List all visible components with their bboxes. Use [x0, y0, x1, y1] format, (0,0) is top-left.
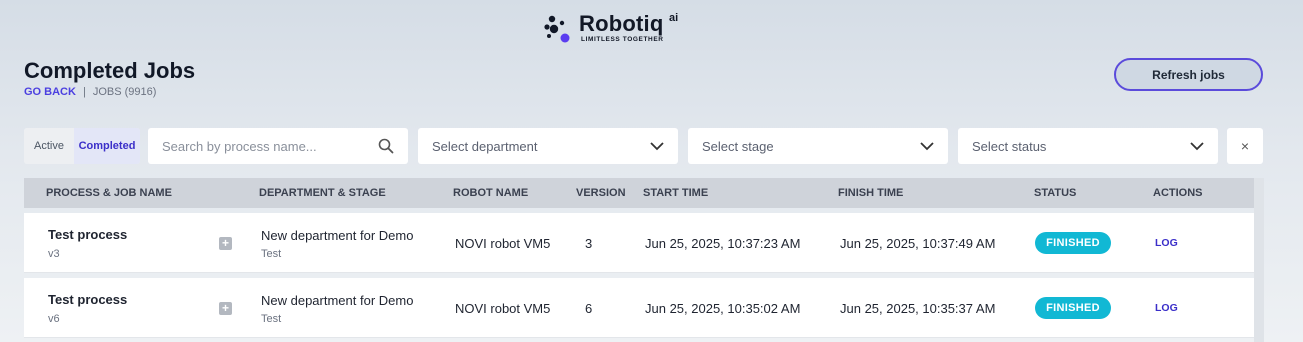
chevron-down-icon [1190, 141, 1204, 150]
col-actions: ACTIONS [1153, 187, 1203, 199]
go-back-link[interactable]: GO BACK [24, 86, 76, 98]
scrollbar[interactable] [1254, 178, 1264, 342]
department-name: New department for Demo [261, 228, 414, 243]
status-select[interactable]: Select status [958, 128, 1218, 164]
brand-logo: Robotiq LIMITLESS TOGETHER ai [543, 11, 678, 46]
col-department[interactable]: DEPARTMENT & STAGE [259, 187, 386, 199]
robotiq-logo-icon [543, 12, 575, 46]
status-placeholder: Select status [972, 138, 1047, 154]
start-time: Jun 25, 2025, 10:37:23 AM [645, 236, 801, 251]
start-time: Jun 25, 2025, 10:35:02 AM [645, 301, 801, 316]
expand-icon[interactable]: + [219, 302, 232, 315]
process-name: Test process [48, 292, 128, 307]
robot-name: NOVI robot VM5 [455, 301, 551, 316]
chevron-down-icon [650, 141, 664, 150]
col-start-time[interactable]: START TIME [643, 187, 708, 199]
page-title: Completed Jobs [24, 58, 196, 83]
jobs-table: PROCESS & JOB NAME DEPARTMENT & STAGE RO… [24, 178, 1254, 338]
search-placeholder: Search by process name... [162, 138, 317, 154]
job-state-toggle: Active Completed [24, 128, 140, 164]
breadcrumb: GO BACK | JOBS (9916) [24, 86, 156, 98]
table-header: PROCESS & JOB NAME DEPARTMENT & STAGE RO… [24, 178, 1254, 208]
process-name: Test process [48, 227, 128, 242]
brand-superscript: ai [669, 12, 679, 24]
department-name: New department for Demo [261, 293, 414, 308]
col-status[interactable]: STATUS [1034, 187, 1076, 199]
refresh-jobs-button[interactable]: Refresh jobs [1114, 58, 1263, 91]
jobs-count: JOBS (9916) [92, 86, 157, 98]
brand-tagline: LIMITLESS TOGETHER [581, 36, 664, 43]
finish-time: Jun 25, 2025, 10:35:37 AM [840, 301, 996, 316]
clear-filters-button[interactable]: × [1227, 128, 1263, 164]
stage-select[interactable]: Select stage [688, 128, 948, 164]
table-row[interactable]: Test process v3 + New department for Dem… [24, 213, 1254, 273]
robot-name: NOVI robot VM5 [455, 236, 551, 251]
version-number: 6 [585, 301, 593, 316]
process-version-tag: v3 [48, 248, 60, 260]
toggle-active[interactable]: Active [24, 128, 74, 164]
breadcrumb-separator: | [82, 86, 86, 98]
brand-name: Robotiq [579, 11, 664, 36]
finish-time: Jun 25, 2025, 10:37:49 AM [840, 236, 996, 251]
expand-icon[interactable]: + [219, 237, 232, 250]
search-input[interactable]: Search by process name... [148, 128, 408, 164]
version-number: 3 [585, 236, 593, 251]
stage-placeholder: Select stage [702, 138, 774, 154]
col-version[interactable]: VERSION [576, 187, 626, 199]
process-version-tag: v6 [48, 313, 60, 325]
toggle-completed[interactable]: Completed [74, 128, 140, 164]
chevron-down-icon [920, 141, 934, 150]
department-placeholder: Select department [432, 138, 538, 154]
close-icon: × [1240, 138, 1250, 154]
col-finish-time[interactable]: FINISH TIME [838, 187, 903, 199]
search-icon [378, 138, 394, 154]
stage-name: Test [261, 248, 282, 260]
col-process[interactable]: PROCESS & JOB NAME [46, 187, 172, 199]
department-select[interactable]: Select department [418, 128, 678, 164]
log-link[interactable]: LOG [1155, 237, 1178, 249]
table-row[interactable]: Test process v6 + New department for Dem… [24, 278, 1254, 338]
log-link[interactable]: LOG [1155, 302, 1178, 314]
stage-name: Test [261, 313, 282, 325]
col-robot[interactable]: ROBOT NAME [453, 187, 528, 199]
status-badge: FINISHED [1035, 297, 1111, 319]
status-badge: FINISHED [1035, 232, 1111, 254]
